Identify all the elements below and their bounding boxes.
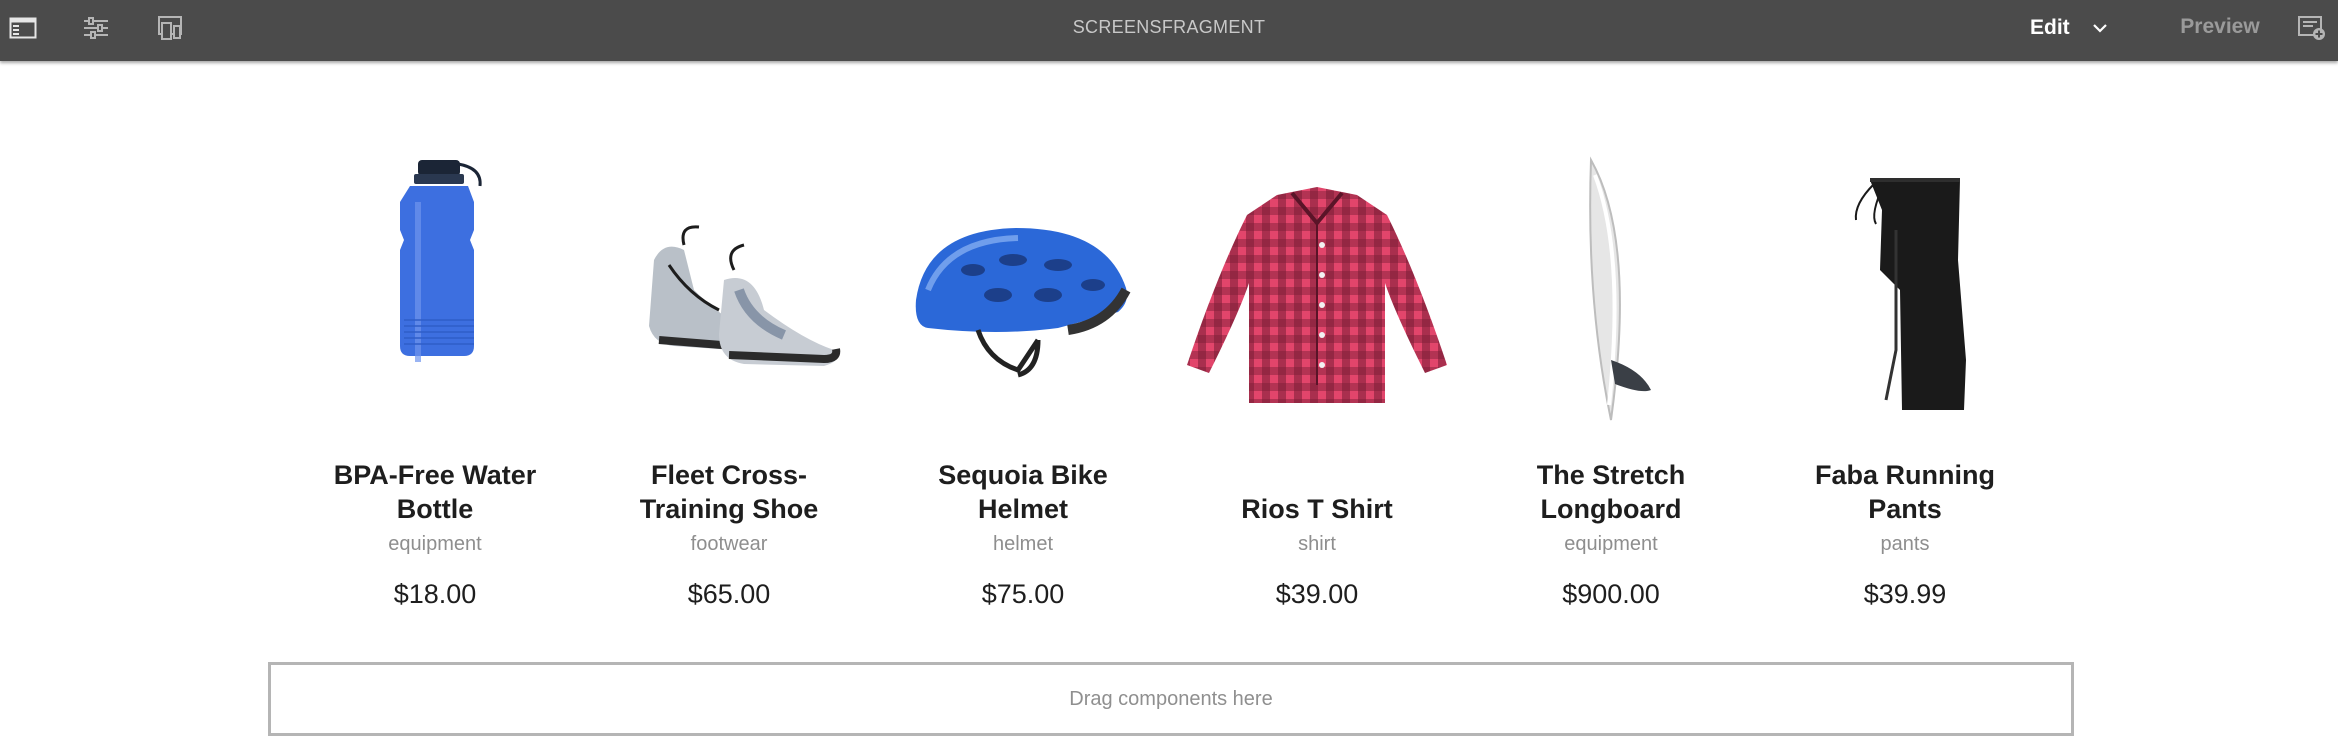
component-dropzone[interactable]: Drag components here — [268, 662, 2074, 736]
product-name[interactable]: BPA-Free Water Bottle — [305, 458, 565, 526]
mode-selector[interactable]: Edit — [2030, 10, 2120, 46]
product-card[interactable]: The Stretch Longboard equipment $900.00 — [1466, 130, 1756, 609]
annotations-icon — [2298, 16, 2325, 40]
pants-image — [1760, 130, 2050, 450]
product-category: pants — [1880, 533, 1930, 555]
product-name[interactable]: Rios T Shirt — [1187, 492, 1447, 526]
water-bottle-image — [290, 130, 580, 450]
product-name[interactable]: Sequoia Bike Helmet — [893, 458, 1153, 526]
product-category: equipment — [388, 533, 482, 555]
product-price: $75.00 — [981, 579, 1065, 609]
product-price: $18.00 — [393, 579, 477, 609]
product-price: $65.00 — [687, 579, 771, 609]
product-name[interactable]: The Stretch Longboard — [1481, 458, 1741, 526]
dropzone-label: Drag components here — [1069, 687, 1273, 710]
annotations-button[interactable] — [2292, 10, 2332, 46]
product-name[interactable]: Fleet Cross-Training Shoe — [599, 458, 859, 526]
product-card[interactable]: Faba Running Pants pants $39.99 — [1760, 130, 2050, 609]
shoe-image — [584, 130, 874, 450]
plaid-shirt-image — [1172, 130, 1462, 450]
product-name[interactable]: Faba Running Pants — [1775, 458, 2035, 526]
page-title: SCREENSFRAGMENT — [1072, 17, 1266, 37]
product-card[interactable]: Sequoia Bike Helmet helmet $75.00 — [878, 130, 1168, 609]
product-price: $39.00 — [1275, 579, 1359, 609]
preview-button[interactable]: Preview — [2170, 15, 2270, 43]
bike-helmet-image — [878, 130, 1168, 450]
product-category: equipment — [1564, 533, 1658, 555]
product-card[interactable]: Rios T Shirt shirt $39.00 — [1172, 130, 1462, 609]
mode-label: Edit — [2030, 16, 2070, 39]
product-card[interactable]: BPA-Free Water Bottle equipment $18.00 — [290, 130, 580, 609]
editor-toolbar: SCREENSFRAGMENT Edit Preview — [0, 0, 2338, 61]
product-category: helmet — [992, 533, 1054, 555]
chevron-down-icon — [2092, 23, 2108, 33]
surfboard-image — [1466, 130, 1756, 450]
product-category: shirt — [1298, 533, 1336, 555]
product-card[interactable]: Fleet Cross-Training Shoe footwear $65.0… — [584, 130, 874, 609]
product-price: $39.99 — [1863, 579, 1947, 609]
product-price: $900.00 — [1562, 579, 1660, 609]
product-category: footwear — [690, 533, 768, 555]
